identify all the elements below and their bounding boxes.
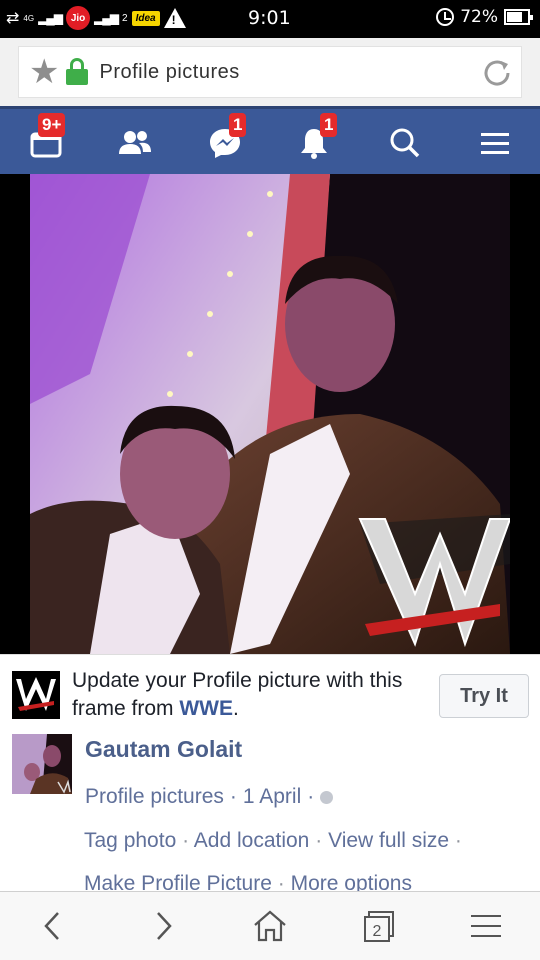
star-icon[interactable]: ★ [29,55,59,89]
action-separator: · [182,829,190,852]
try-it-button[interactable]: Try It [439,674,529,718]
battery-percent: 72% [460,7,498,27]
action-separator: · [454,829,462,852]
post-meta: Profile pictures · 1 April · [85,785,334,809]
alarm-icon [436,8,455,26]
promo-brand-link[interactable]: WWE [179,697,233,720]
reload-icon[interactable] [479,55,515,91]
meta-separator: · [307,785,315,808]
author-avatar[interactable] [12,734,72,794]
browser-toolbar: ★ Profile pictures [0,38,540,106]
back-icon [44,912,59,940]
nav-feed[interactable]: 9+ [24,113,68,165]
home-icon [254,910,286,942]
nav-friend-requests[interactable] [113,121,157,165]
promo-text: Update your Profile picture with this fr… [72,667,432,723]
lock-icon[interactable] [65,58,89,86]
data-transfer-icon: ⇄ [6,10,20,27]
status-bar: ⇄ 4G ▂▄▆ Jio ▂▄▆ 2 Idea ! 9:01 72% [0,0,540,38]
forward-icon [157,912,172,940]
profile-photo[interactable] [30,174,510,654]
photo-viewer [0,174,540,654]
nav-messages[interactable]: 1 [203,113,247,165]
friends-icon [119,131,151,154]
tabs-button[interactable]: 2 [356,904,400,948]
author-name[interactable]: Gautam Golait [85,736,242,763]
search-icon [390,128,420,158]
album-link[interactable]: Profile pictures [85,785,224,809]
meta-separator: · [229,785,237,808]
network-type: 4G [23,13,35,23]
frame-promo: Update your Profile picture with this fr… [0,654,540,730]
nav-notifications[interactable]: 1 [292,113,338,165]
forward-button[interactable] [142,904,186,948]
action-separator: · [315,829,323,852]
svg-text:2: 2 [373,923,382,940]
warning-icon: ! [163,8,186,28]
photo-actions-row-1: Tag photo · Add location · View full siz… [84,829,462,853]
facebook-nav: 9+ 1 1 [0,106,540,174]
tabs-icon: 2 [364,911,394,942]
browser-bottom-bar: 2 [0,891,540,960]
notifications-badge: 1 [320,113,338,137]
post-date[interactable]: 1 April [243,785,301,809]
status-time: 9:01 [248,7,291,29]
globe-icon [320,790,334,804]
sim2-label: 2 [122,12,128,24]
signal-icon-1: ▂▄▆ [38,11,63,25]
battery-icon [504,9,533,25]
browser-menu-button[interactable] [464,904,508,948]
idea-logo: Idea [131,10,160,26]
signal-icon-2: ▂▄▆ [94,11,119,25]
hamburger-icon [481,133,509,154]
view-full-size-link[interactable]: View full size [328,829,449,852]
profile-photo-image [30,174,510,654]
page-title[interactable]: Profile pictures [99,61,239,84]
menu-icon [471,915,501,937]
home-button[interactable] [248,904,292,948]
status-left: ⇄ 4G ▂▄▆ Jio ▂▄▆ 2 Idea ! [6,6,186,30]
nav-search[interactable] [383,121,427,165]
messages-badge: 1 [229,113,247,137]
promo-suffix: . [233,697,239,720]
nav-menu[interactable] [473,121,517,165]
wwe-logo-icon [12,671,60,719]
address-bar[interactable]: ★ Profile pictures [18,46,522,98]
tag-photo-link[interactable]: Tag photo [84,829,176,852]
feed-badge: 9+ [38,113,66,137]
status-right: 72% [436,7,533,27]
add-location-link[interactable]: Add location [194,829,310,852]
jio-logo: Jio [66,6,91,30]
back-button[interactable] [30,904,74,948]
